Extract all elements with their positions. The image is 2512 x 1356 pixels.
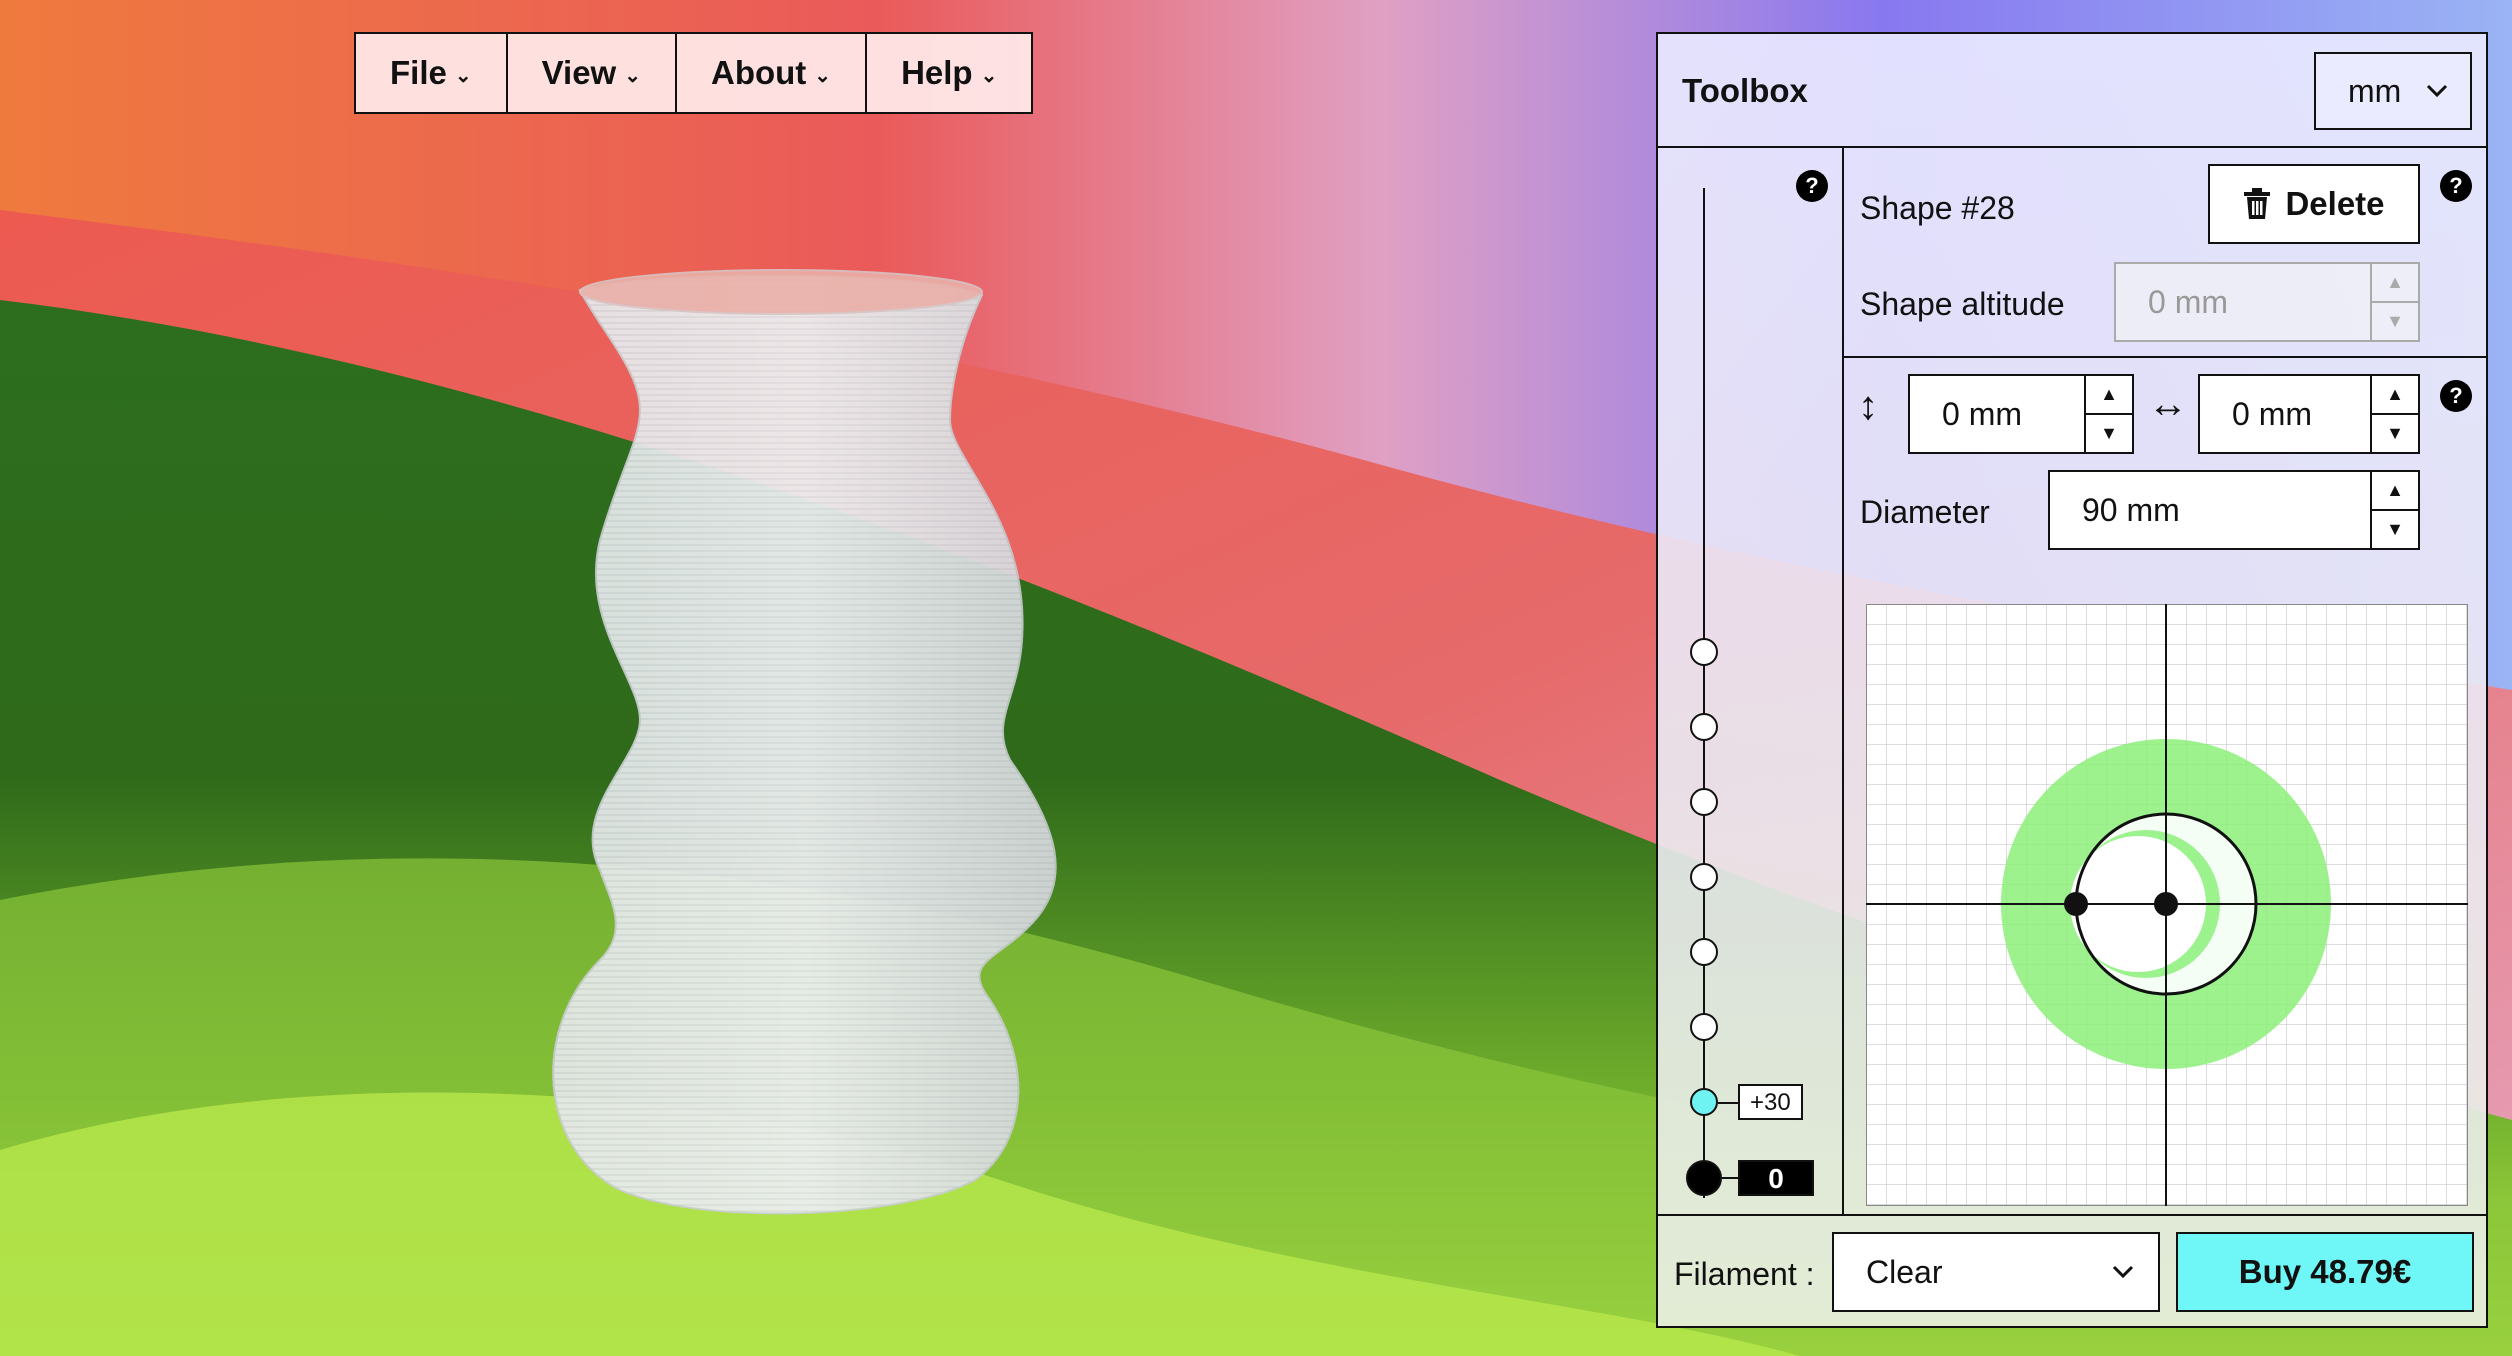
slider-knob[interactable] [1690,788,1718,816]
tag-connector [1718,1102,1738,1104]
tag-connector [1722,1177,1738,1179]
chevron-down-icon: ⌄ [624,64,641,87]
chevron-down-icon [2426,84,2448,98]
diameter-label: Diameter [1860,494,1990,530]
step-up-icon[interactable]: ▲ [2372,472,2418,511]
toolbox-footer: Filament : Clear Buy 48.79€ [1658,1214,2486,1326]
shape-name: Shape #28 [1860,190,2015,226]
shape-editor: Shape #28 Delete ? Shape altitude 0 mm ▲… [1844,148,2486,1214]
delete-button-label: Delete [2285,185,2385,222]
chevron-down-icon: ⌄ [980,64,998,87]
menu-view-label: View [541,54,617,91]
horizontal-offset-value: 0 mm [2232,395,2312,432]
slider-knob-base[interactable] [1686,1160,1722,1196]
slider-knob[interactable] [1690,638,1718,666]
layer-slider-track[interactable] [1703,188,1705,1198]
center-handle [2154,892,2178,916]
menu-about[interactable]: About ⌄ [677,34,868,112]
shape-altitude-label: Shape altitude [1860,286,2065,322]
menu-file-label: File [390,54,447,91]
vertical-offset-value: 0 mm [1942,395,2022,432]
filament-select-value: Clear [1866,1253,1943,1290]
menu-help[interactable]: Help ⌄ [867,34,1031,112]
vertical-arrow-icon: ↕ [1858,384,1878,428]
help-glyph: ? [1805,173,1819,198]
toolbox-header: Toolbox mm [1658,34,2486,148]
vertical-offset-input[interactable]: 0 mm ▲ ▼ [1908,374,2134,454]
step-up-icon: ▲ [2372,264,2418,303]
menu-help-label: Help [901,54,973,91]
help-icon[interactable]: ? [2440,170,2472,202]
diameter-stepper[interactable]: ▲ ▼ [2370,472,2418,548]
help-glyph: ? [2449,383,2463,408]
chevron-down-icon [2112,1265,2134,1279]
menu-about-label: About [711,54,807,91]
diameter-input[interactable]: 90 mm ▲ ▼ [2048,470,2420,550]
resize-handle [2064,892,2088,916]
step-down-icon[interactable]: ▼ [2086,415,2132,452]
chevron-down-icon: ⌄ [814,64,832,87]
slider-knob-selected[interactable] [1690,1088,1718,1116]
base-layer-tag: 0 [1738,1160,1814,1196]
step-down-icon: ▼ [2386,311,2404,331]
step-down-icon[interactable]: ▼ [2372,511,2418,548]
shape-section: Shape #28 Delete ? Shape altitude 0 mm ▲… [1844,148,2486,358]
shape-profile-canvas[interactable] [1866,604,2468,1206]
unit-select-value: mm [2348,72,2402,109]
selected-offset-tag: +30 [1738,1084,1803,1120]
chevron-down-icon: ⌄ [454,64,472,87]
buy-button[interactable]: Buy 48.79€ [2176,1232,2474,1312]
toolbox-panel: Toolbox mm ? +30 0 Shape #28 Delete ? Sh… [1656,32,2488,1328]
help-icon[interactable]: ? [2440,380,2472,412]
filament-label: Filament : [1674,1256,1815,1292]
help-icon[interactable]: ? [1796,170,1828,202]
horizontal-arrow-icon: ↔ [2148,382,2188,426]
shape-altitude-value: 0 mm [2148,283,2228,320]
toolbox-title: Toolbox [1682,72,1808,109]
shape-altitude-input: 0 mm ▲ ▼ [2114,262,2420,342]
step-up-icon[interactable]: ▲ [2372,376,2418,415]
delete-button[interactable]: Delete [2208,164,2420,244]
diameter-value: 90 mm [2082,491,2180,528]
horizontal-offset-stepper[interactable]: ▲ ▼ [2370,376,2418,452]
layer-slider-panel: ? +30 0 [1658,148,1844,1214]
trash-icon [2244,188,2271,219]
slider-knob[interactable] [1690,938,1718,966]
step-up-icon[interactable]: ▲ [2086,376,2132,415]
menu-view[interactable]: View ⌄ [508,34,677,112]
filament-select[interactable]: Clear [1832,1232,2160,1312]
horizontal-offset-input[interactable]: 0 mm ▲ ▼ [2198,374,2420,454]
unit-select[interactable]: mm [2314,52,2472,130]
slider-knob[interactable] [1690,713,1718,741]
vertical-offset-stepper[interactable]: ▲ ▼ [2084,376,2132,452]
step-down-icon[interactable]: ▼ [2372,415,2418,452]
altitude-stepper: ▲ ▼ [2370,264,2418,340]
slider-knob[interactable] [1690,1013,1718,1041]
slider-knob[interactable] [1690,863,1718,891]
menu-bar: File ⌄ View ⌄ About ⌄ Help ⌄ [354,32,1034,114]
help-glyph: ? [2449,173,2463,198]
menu-file[interactable]: File ⌄ [356,34,508,112]
